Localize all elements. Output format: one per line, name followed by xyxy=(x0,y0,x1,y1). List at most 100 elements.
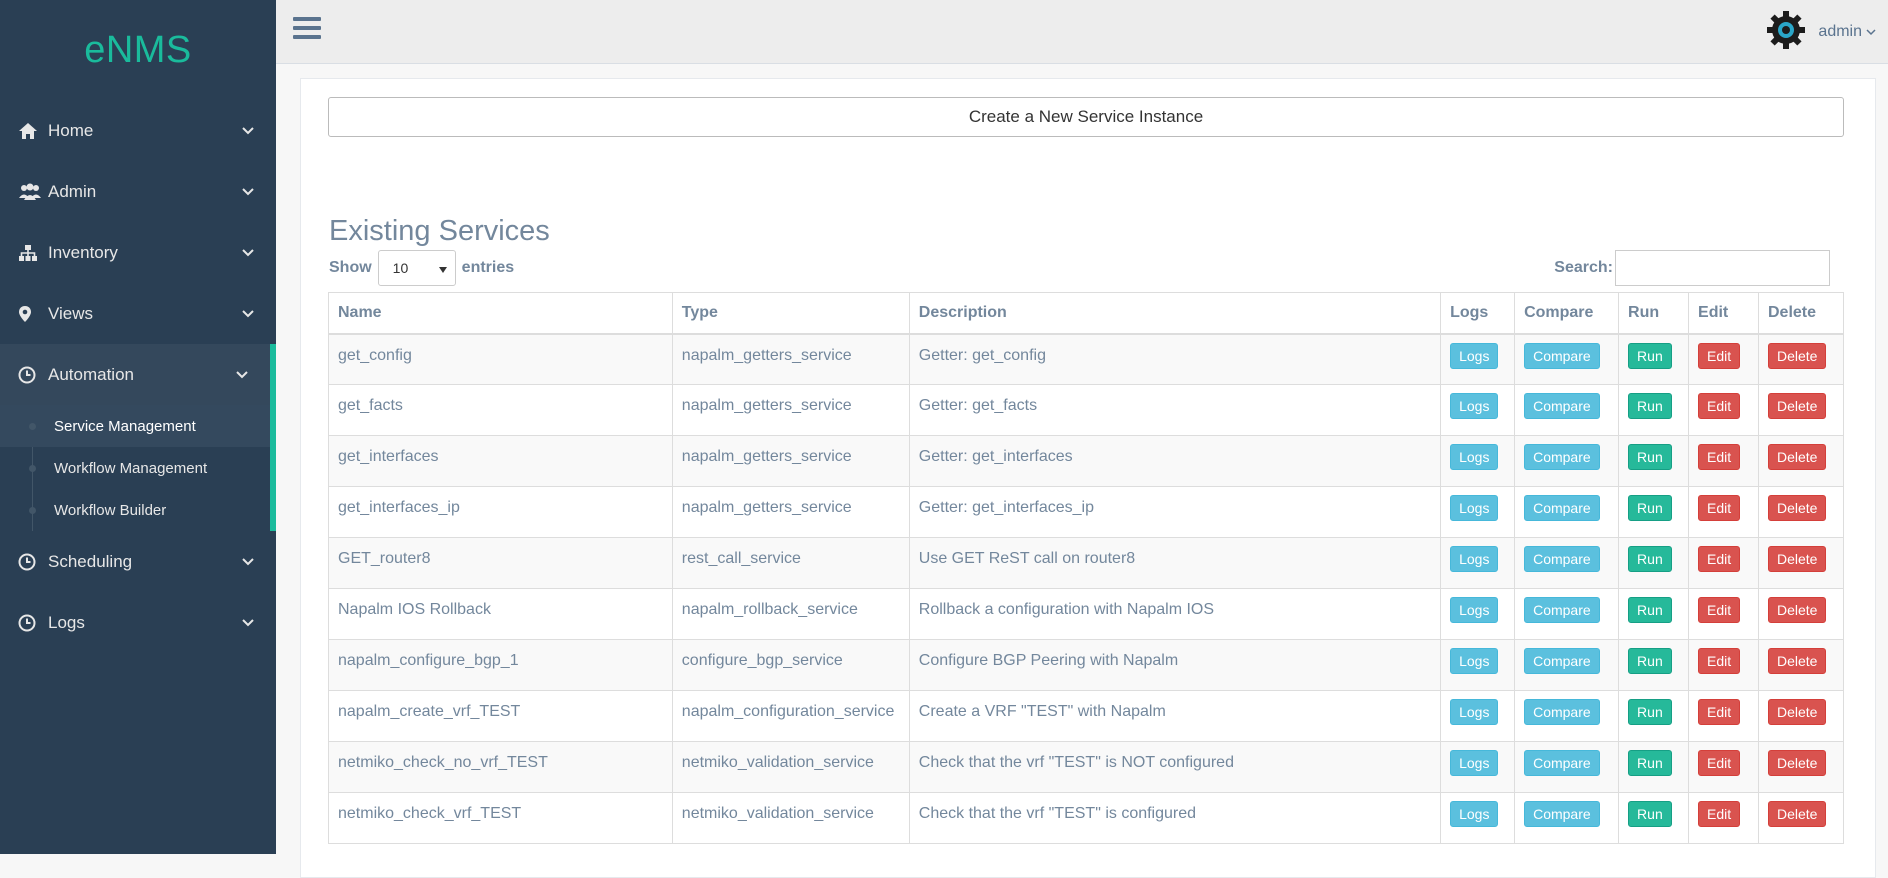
cell-edit: Edit xyxy=(1688,384,1759,436)
compare-button[interactable]: Compare xyxy=(1524,342,1600,369)
logs-button[interactable]: Logs xyxy=(1450,393,1499,419)
gear-avatar-icon xyxy=(1766,10,1806,55)
run-button[interactable]: Run xyxy=(1628,342,1672,369)
compare-button[interactable]: Compare xyxy=(1524,699,1600,725)
run-button[interactable]: Run xyxy=(1628,699,1672,725)
logs-button[interactable]: Logs xyxy=(1450,648,1499,674)
delete-button[interactable]: Delete xyxy=(1767,597,1827,623)
table-row: get_config napalm_getters_service Getter: … xyxy=(328,333,1845,385)
delete-button[interactable]: Delete xyxy=(1767,546,1827,572)
logs-button[interactable]: Logs xyxy=(1450,444,1499,470)
logs-button[interactable]: Logs xyxy=(1450,495,1499,521)
edit-button[interactable]: Edit xyxy=(1698,750,1741,776)
run-button[interactable]: Run xyxy=(1628,750,1672,776)
column-header-run[interactable]: Run xyxy=(1618,292,1690,335)
compare-button[interactable]: Compare xyxy=(1524,393,1600,419)
cell-delete: Delete xyxy=(1757,333,1845,385)
user-menu[interactable]: admin xyxy=(1766,10,1876,55)
compare-button[interactable]: Compare xyxy=(1524,546,1600,572)
logs-button[interactable]: Logs xyxy=(1450,750,1499,776)
chevron-down-icon xyxy=(242,557,254,566)
compare-button[interactable]: Compare xyxy=(1524,750,1600,776)
cell-name: netmiko_check_no_vrf_TEST xyxy=(328,741,673,793)
cell-description: Getter: get_interfaces xyxy=(908,435,1442,487)
compare-button[interactable]: Compare xyxy=(1524,495,1600,521)
delete-button[interactable]: Delete xyxy=(1767,648,1827,674)
sidebar-item-views[interactable]: Views xyxy=(0,283,276,344)
run-button[interactable]: Run xyxy=(1628,546,1672,572)
chevron-down-icon xyxy=(236,370,248,379)
sidebar-item-admin[interactable]: Admin xyxy=(0,161,276,222)
table-row: get_interfaces napalm_getters_service Gett… xyxy=(328,435,1845,487)
brand-logo[interactable]: eNMS xyxy=(0,0,276,100)
edit-button[interactable]: Edit xyxy=(1698,546,1741,572)
delete-button[interactable]: Delete xyxy=(1767,699,1827,725)
logs-button[interactable]: Logs xyxy=(1450,546,1499,572)
edit-button[interactable]: Edit xyxy=(1698,699,1741,725)
run-button[interactable]: Run xyxy=(1628,393,1672,419)
entries-value: 10 xyxy=(392,260,409,276)
chevron-down-icon xyxy=(242,618,254,627)
entries-length-control: Show 10 entries xyxy=(329,250,514,286)
delete-button[interactable]: Delete xyxy=(1767,750,1827,776)
column-header-description[interactable]: Description xyxy=(908,292,1442,335)
sidebar-item-logs[interactable]: Logs xyxy=(0,592,276,653)
delete-button[interactable]: Delete xyxy=(1767,393,1827,419)
sidebar-subitem-workflow-management[interactable]: Workflow Management xyxy=(0,447,270,489)
edit-button[interactable]: Edit xyxy=(1698,444,1741,470)
run-button[interactable]: Run xyxy=(1628,495,1672,521)
column-header-edit[interactable]: Edit xyxy=(1688,292,1759,335)
edit-button[interactable]: Edit xyxy=(1698,393,1741,419)
run-button[interactable]: Run xyxy=(1628,444,1672,470)
run-button[interactable]: Run xyxy=(1628,648,1672,674)
edit-button[interactable]: Edit xyxy=(1698,495,1741,521)
column-header-logs[interactable]: Logs xyxy=(1440,292,1516,335)
entries-select[interactable]: 10 xyxy=(377,250,456,286)
column-header-name[interactable]: Name xyxy=(328,292,673,335)
column-header-delete[interactable]: Delete xyxy=(1757,292,1845,335)
edit-button[interactable]: Edit xyxy=(1698,801,1741,827)
sidebar-item-scheduling[interactable]: Scheduling xyxy=(0,531,276,592)
edit-button[interactable]: Edit xyxy=(1698,597,1741,623)
sidebar-subitem-workflow-builder[interactable]: Workflow Builder xyxy=(0,489,270,531)
cell-name: napalm_create_vrf_TEST xyxy=(328,690,673,742)
cell-run: Run xyxy=(1618,435,1690,487)
cell-type: napalm_getters_service xyxy=(671,486,910,538)
cell-description: Getter: get_interfaces_ip xyxy=(908,486,1442,538)
column-header-type[interactable]: Type xyxy=(671,292,910,335)
section-title: Existing Services xyxy=(329,215,550,248)
cell-run: Run xyxy=(1618,333,1690,385)
cell-logs: Logs xyxy=(1440,792,1516,844)
delete-button[interactable]: Delete xyxy=(1767,495,1827,521)
run-button[interactable]: Run xyxy=(1628,801,1672,827)
logs-button[interactable]: Logs xyxy=(1450,597,1499,623)
column-header-compare[interactable]: Compare xyxy=(1514,292,1620,335)
compare-button[interactable]: Compare xyxy=(1524,801,1600,827)
delete-button[interactable]: Delete xyxy=(1767,444,1827,470)
table-search: Search: xyxy=(1554,250,1830,286)
sidebar-item-home[interactable]: Home xyxy=(0,100,276,161)
main-panel: Create a New Service Instance Existing S… xyxy=(300,78,1876,878)
logs-button[interactable]: Logs xyxy=(1450,801,1499,827)
sidebar-item-inventory[interactable]: Inventory xyxy=(0,222,276,283)
compare-button[interactable]: Compare xyxy=(1524,648,1600,674)
table-row: get_interfaces_ip napalm_getters_service G… xyxy=(328,486,1845,538)
logs-button[interactable]: Logs xyxy=(1450,342,1499,369)
search-input[interactable] xyxy=(1615,250,1830,286)
delete-button[interactable]: Delete xyxy=(1767,342,1827,369)
delete-button[interactable]: Delete xyxy=(1767,801,1827,827)
edit-button[interactable]: Edit xyxy=(1698,648,1741,674)
submenu-dot xyxy=(29,464,36,472)
cell-run: Run xyxy=(1618,537,1690,589)
compare-button[interactable]: Compare xyxy=(1524,444,1600,470)
cell-delete: Delete xyxy=(1757,639,1845,691)
sidebar-subitem-service-management[interactable]: Service Management xyxy=(0,405,270,447)
logs-button[interactable]: Logs xyxy=(1450,699,1499,725)
create-service-button[interactable]: Create a New Service Instance xyxy=(328,97,1844,137)
edit-button[interactable]: Edit xyxy=(1698,342,1741,369)
submenu-dot xyxy=(29,422,36,430)
run-button[interactable]: Run xyxy=(1628,597,1672,623)
sidebar-item-automation[interactable]: Automation xyxy=(0,344,276,405)
compare-button[interactable]: Compare xyxy=(1524,597,1600,623)
menu-toggle-icon[interactable] xyxy=(293,17,321,43)
